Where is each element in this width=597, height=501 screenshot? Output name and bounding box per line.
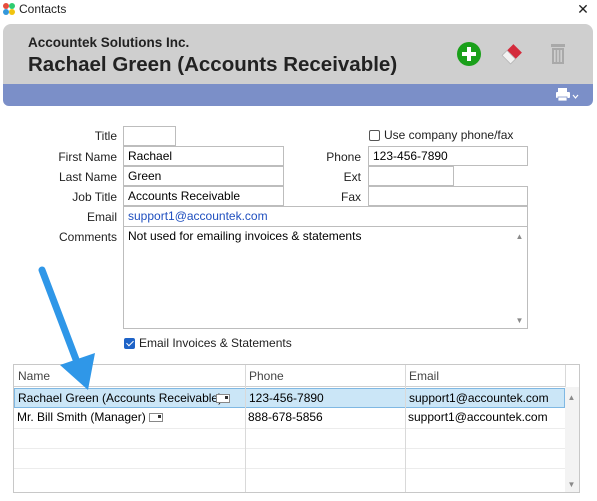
title-label: Title — [94, 129, 117, 143]
table-scroll-down-icon[interactable]: ▼ — [566, 480, 577, 489]
job-title-field[interactable]: Accounts Receivable — [123, 186, 284, 206]
table-row[interactable]: Rachael Green (Accounts Receivable) 123-… — [14, 388, 565, 408]
row-email: support1@accountek.com — [409, 391, 549, 405]
row-email: support1@accountek.com — [408, 410, 548, 424]
fax-label: Fax — [340, 190, 361, 204]
comments-text: Not used for emailing invoices & stateme… — [128, 229, 362, 243]
use-company-phone-label: Use company phone/fax — [384, 128, 514, 142]
last-name-label: Last Name — [58, 170, 117, 184]
contact-header: Accountek Solutions Inc. Rachael Green (… — [3, 24, 593, 84]
title-field[interactable] — [123, 126, 176, 146]
ext-label: Ext — [343, 170, 361, 184]
column-divider — [405, 365, 406, 492]
toolbar-band — [3, 84, 593, 106]
job-title-label: Job Title — [72, 190, 117, 204]
comments-field[interactable]: Not used for emailing invoices & stateme… — [123, 226, 528, 329]
first-name-field[interactable]: Rachael — [123, 146, 284, 166]
close-icon[interactable]: ✕ — [574, 0, 592, 18]
email-invoices-checkbox[interactable] — [124, 338, 135, 349]
phone-field[interactable]: 123-456-7890 — [368, 146, 528, 166]
first-name-label: First Name — [58, 150, 117, 164]
company-name: Accountek Solutions Inc. — [28, 35, 190, 50]
eraser-icon[interactable] — [499, 41, 525, 67]
comments-scroll-up-icon[interactable]: ▲ — [514, 232, 525, 241]
comments-scroll-down-icon[interactable]: ▼ — [514, 316, 525, 325]
row-divider — [14, 468, 565, 469]
last-name-field[interactable]: Green — [123, 166, 284, 186]
ext-field[interactable] — [368, 166, 454, 186]
row-divider — [14, 428, 565, 429]
window-title: Contacts — [19, 2, 67, 16]
column-header-email[interactable]: Email — [405, 365, 565, 387]
table-scroll-up-icon[interactable]: ▲ — [566, 393, 577, 402]
title-bar: Contacts ✕ — [0, 0, 597, 20]
email-invoices-label: Email Invoices & Statements — [139, 336, 292, 350]
row-phone: 123-456-7890 — [249, 391, 324, 405]
row-phone: 888-678-5856 — [248, 410, 323, 424]
table-scrollbar[interactable]: ▲ ▼ — [565, 387, 579, 492]
column-header-phone[interactable]: Phone — [245, 365, 405, 387]
fax-field[interactable] — [368, 186, 528, 206]
trash-icon[interactable] — [545, 41, 571, 67]
add-icon[interactable] — [456, 41, 482, 67]
contact-card-icon — [216, 394, 230, 403]
app-logo-icon — [3, 3, 15, 15]
comments-label: Comments — [58, 230, 117, 244]
email-label: Email — [86, 210, 117, 224]
row-name: Mr. Bill Smith (Manager) — [17, 410, 146, 424]
row-divider — [14, 448, 565, 449]
table-row[interactable]: Mr. Bill Smith (Manager) 888-678-5856 su… — [14, 408, 565, 428]
annotation-arrow-icon — [38, 266, 95, 390]
column-divider — [245, 365, 246, 492]
contact-title: Rachael Green (Accounts Receivable) — [28, 53, 398, 76]
printer-icon[interactable] — [555, 87, 579, 103]
row-name: Rachael Green (Accounts Receivable) — [18, 391, 223, 405]
use-company-phone-checkbox[interactable] — [369, 130, 380, 141]
email-field[interactable]: support1@accountek.com — [123, 206, 528, 227]
phone-label: Phone — [326, 150, 361, 164]
contact-card-icon — [149, 413, 163, 422]
